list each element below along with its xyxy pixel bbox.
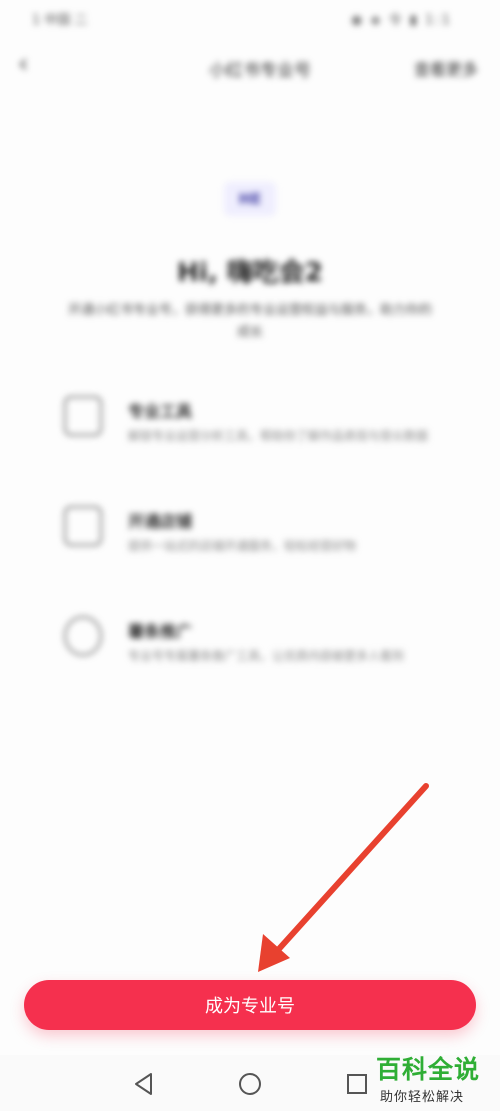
feature-item: 薯条推广 专业号专属薯条推广工具，让优质内容被更多人看到 xyxy=(64,616,434,706)
greeting-headline: Hi, 嗨吃会2 xyxy=(177,258,323,288)
nav-home-icon[interactable] xyxy=(237,1071,263,1097)
feature-item: 专业工具 解锁专业运营分析工具，帮助你了解作品表现与受众数据 xyxy=(64,396,434,486)
become-pro-button[interactable]: 成为专业号 xyxy=(24,980,476,1030)
shop-icon xyxy=(64,506,102,546)
feature-title: 薯条推广 xyxy=(128,622,193,641)
pro-badge: HE xyxy=(224,182,276,216)
feature-desc: 专业号专属薯条推广工具，让优质内容被更多人看到 xyxy=(128,649,405,663)
feature-desc: 提供一站式的店铺开通服务，轻松经营好物 xyxy=(128,539,357,553)
feature-desc: 解锁专业运营分析工具，帮助你了解作品表现与受众数据 xyxy=(128,429,429,443)
screen: 1 中国 二 ◉ ◈ 令 ▮ 1:1 ‹ 小红书专业号 查看更多 HE Hi, … xyxy=(0,0,500,1111)
watermark-subtitle: 助你轻松解决 xyxy=(380,1090,465,1105)
watermark-title: 百科全说 xyxy=(376,1055,481,1084)
watermark: 百科全说 助你轻松解决 xyxy=(376,1050,494,1110)
more-link[interactable]: 查看更多 xyxy=(414,56,478,80)
status-bar: 1 中国 二 ◉ ◈ 令 ▮ 1:1 xyxy=(0,0,500,34)
tool-icon xyxy=(64,396,102,436)
blurred-content: 1 中国 二 ◉ ◈ 令 ▮ 1:1 ‹ 小红书专业号 查看更多 HE Hi, … xyxy=(0,0,500,975)
nav-recent-icon[interactable] xyxy=(344,1071,370,1097)
status-left: 1 中国 二 xyxy=(32,13,88,28)
feature-title: 专业工具 xyxy=(128,402,193,421)
nav-bar: ‹ 小红书专业号 查看更多 xyxy=(0,44,500,92)
feature-title: 开通店铺 xyxy=(128,512,193,531)
intro-text: 开通小红书专业号，获得更多的专业运营权益与服务，助力你的成长 xyxy=(67,303,432,340)
feature-item: 开通店铺 提供一站式的店铺开通服务，轻松经营好物 xyxy=(64,506,434,596)
promote-icon xyxy=(64,616,102,656)
status-right: ◉ ◈ 令 ▮ 1:1 xyxy=(351,13,452,28)
nav-back-icon[interactable] xyxy=(131,1071,157,1097)
